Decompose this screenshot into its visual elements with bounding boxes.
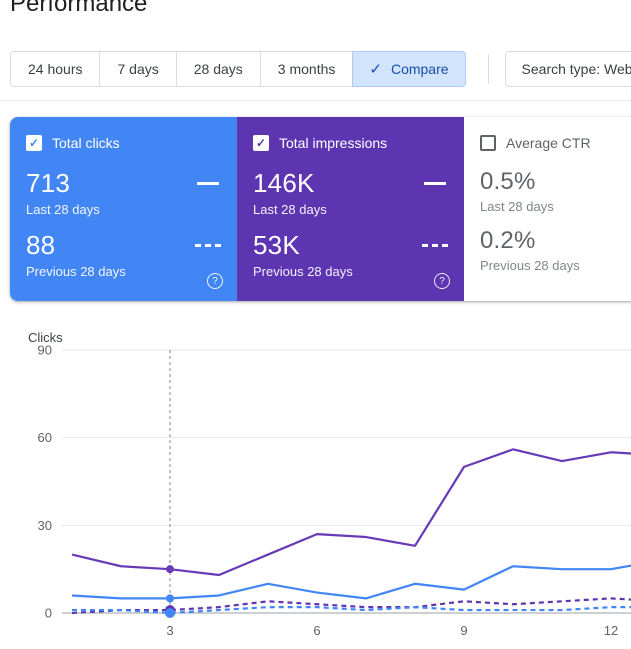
svg-text:12: 12 [604,623,618,638]
range-button-28-days[interactable]: 28 days [176,51,261,87]
metric-cards: ✓ Total clicks 713 Last 28 days 88 Previ… [10,117,631,301]
previous-line-sample-icon [195,244,221,247]
page-title: Performance [10,0,147,18]
help-icon[interactable]: ? [207,273,223,289]
svg-text:60: 60 [38,430,52,445]
clicks-chart[interactable]: 0 30 60 90 3 6 9 12 [0,345,631,649]
svg-text:0: 0 [45,606,52,621]
average-ctr-current-caption: Last 28 days [480,199,631,214]
check-icon: ✓ [369,62,382,77]
average-ctr-previous-value: 0.2% [480,227,536,255]
previous-line-sample-icon [422,244,448,247]
total-clicks-previous-caption: Previous 28 days [26,264,221,279]
search-type-filter[interactable]: Search type: Web [505,51,631,87]
compare-label: Compare [391,61,449,77]
total-impressions-label: Total impressions [279,135,387,151]
filter-divider [488,54,489,84]
average-ctr-label: Average CTR [506,135,591,151]
range-button-7-days[interactable]: 7 days [99,51,176,87]
total-clicks-previous-value: 88 [26,230,55,261]
total-impressions-current-caption: Last 28 days [253,202,448,217]
total-impressions-previous-caption: Previous 28 days [253,264,448,279]
svg-text:30: 30 [38,518,52,533]
filter-bar: 24 hours 7 days 28 days 3 months ✓ Compa… [10,51,631,87]
average-ctr-checkbox[interactable] [480,135,496,151]
total-impressions-checkbox[interactable]: ✓ [253,135,269,151]
total-clicks-checkbox[interactable]: ✓ [26,135,42,151]
range-button-3-months[interactable]: 3 months [260,51,354,87]
range-button-24-hours[interactable]: 24 hours [10,51,100,87]
svg-text:3: 3 [166,623,173,638]
average-ctr-previous-caption: Previous 28 days [480,258,631,273]
average-ctr-card[interactable]: Average CTR 0.5% Last 28 days 0.2% Previ… [464,117,631,301]
total-clicks-current-value: 713 [26,168,70,199]
average-ctr-current-value: 0.5% [480,168,536,196]
total-clicks-label: Total clicks [52,135,120,151]
header-divider [0,100,631,101]
help-icon[interactable]: ? [434,273,450,289]
compare-toggle[interactable]: ✓ Compare [352,51,465,87]
chart-y-axis-title: Clicks [28,330,63,345]
current-line-sample-icon [424,182,446,185]
total-clicks-current-caption: Last 28 days [26,202,221,217]
svg-text:90: 90 [38,345,52,358]
current-line-sample-icon [197,182,219,185]
total-impressions-previous-value: 53K [253,230,300,261]
total-impressions-current-value: 146K [253,168,315,199]
total-impressions-card[interactable]: ✓ Total impressions 146K Last 28 days 53… [237,117,464,301]
svg-text:9: 9 [460,623,467,638]
total-clicks-card[interactable]: ✓ Total clicks 713 Last 28 days 88 Previ… [10,117,237,301]
svg-text:6: 6 [313,623,320,638]
